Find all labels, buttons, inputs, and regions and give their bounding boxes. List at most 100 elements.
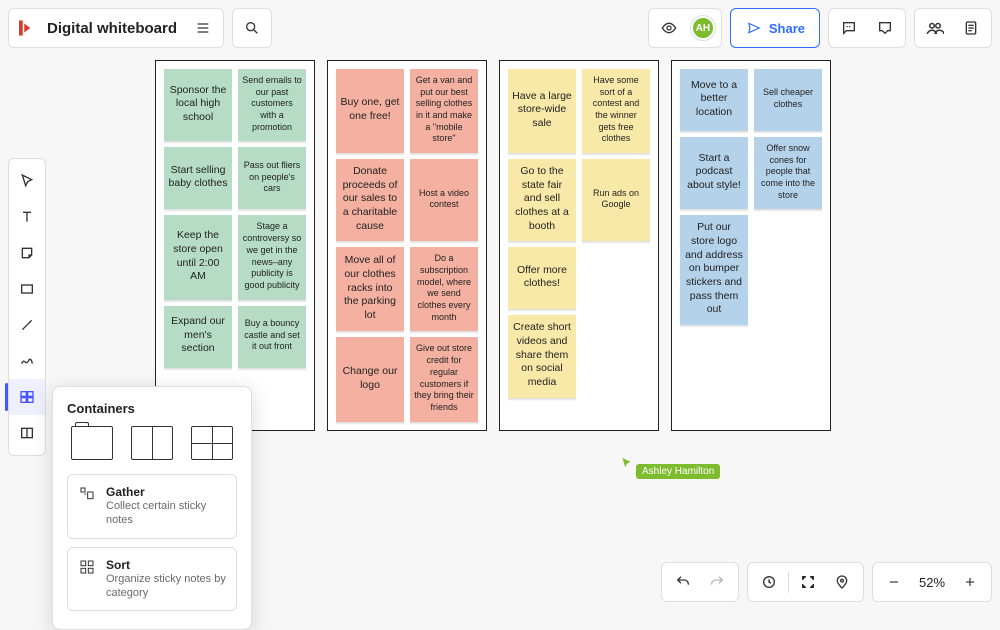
avatar[interactable]: AH [691,16,715,40]
sticky-note[interactable]: Offer more clothes! [508,247,576,309]
sticky-note[interactable]: Get a van and put our best selling cloth… [410,69,478,153]
container-shape-split[interactable] [131,426,173,460]
share-button[interactable]: Share [730,8,820,48]
sticky-note[interactable]: Move to a better location [680,69,748,131]
sticky-note[interactable]: Go to the state fair and sell clothes at… [508,159,576,241]
minus-icon [885,573,903,591]
board-title[interactable]: Digital whiteboard [43,20,181,37]
sticky-note[interactable]: Pass out fliers on people's cars [238,147,306,209]
collaborators-button[interactable] [921,14,949,42]
sticky-note[interactable]: Create short videos and share them on so… [508,315,576,397]
tool-pointer[interactable] [9,163,45,199]
notes-button[interactable] [957,14,985,42]
plus-icon [961,573,979,591]
action-sort[interactable]: Sort Organize sticky notes by category [67,547,237,612]
history-button[interactable] [752,565,786,599]
tool-table[interactable] [9,415,45,451]
sticky-note[interactable]: Keep the store open until 2:00 AM [164,215,232,299]
tool-text[interactable] [9,199,45,235]
container[interactable]: Have a large store-wide saleHave some so… [499,60,659,431]
container-shape-grid[interactable] [191,426,233,460]
sticky-note[interactable]: Move all of our clothes racks into the p… [336,247,404,331]
app-title-group: Digital whiteboard [8,8,224,48]
board-menu-button[interactable] [189,14,217,42]
sort-label: Sort [106,558,226,572]
expand-icon [799,573,817,591]
container-shape-single[interactable] [71,426,113,460]
sticky-note[interactable]: Change our logo [336,337,404,421]
sticky-note[interactable]: Buy a bouncy castle and set it out front [238,306,306,368]
search-button[interactable] [232,8,272,48]
sticky-note[interactable]: Have a large store-wide sale [508,69,576,153]
sticky-note[interactable]: Start a podcast about style! [680,137,748,209]
sort-icon [78,558,96,576]
people-icon [926,19,944,37]
sticky-note[interactable]: Put our store logo and address on bumper… [680,215,748,324]
collab-group [914,8,992,48]
container[interactable]: Move to a better locationSell cheaper cl… [671,60,831,431]
sticky-note[interactable]: Stage a controversy so we get in the new… [238,215,306,299]
tool-draw[interactable] [9,343,45,379]
zoom-in-button[interactable] [953,565,987,599]
line-icon [18,316,36,334]
container[interactable]: Buy one, get one free!Get a van and put … [327,60,487,431]
zoom-out-button[interactable] [877,565,911,599]
gather-label: Gather [106,485,226,499]
sticky-note[interactable]: Buy one, get one free! [336,69,404,153]
zoom-group: 52% [872,562,992,602]
chat-button[interactable] [871,14,899,42]
remote-cursor: Ashley Hamilton [620,456,720,479]
undo-icon [674,573,692,591]
sticky-note[interactable]: Offer snow cones for people that come in… [754,137,822,209]
undo-button[interactable] [666,565,700,599]
eye-icon [660,19,678,37]
sticky-note[interactable]: Send emails to our past customers with a… [238,69,306,141]
tool-shape[interactable] [9,271,45,307]
rectangle-icon [18,280,36,298]
sticky-icon [18,244,36,262]
cursor-icon [620,456,634,475]
comment-icon [840,19,858,37]
scribble-icon [18,352,36,370]
clock-icon [760,573,778,591]
doc-icon [962,19,980,37]
chat-icon [876,19,894,37]
send-icon [745,19,763,37]
sticky-note[interactable]: Give out store credit for regular custom… [410,337,478,421]
containers-icon [18,388,36,406]
zoom-level[interactable]: 52% [911,575,953,590]
tool-containers[interactable] [9,379,45,415]
board-canvas[interactable]: Sponsor the local high schoolSend emails… [155,60,831,431]
tool-sticky[interactable] [9,235,45,271]
chat-group [828,8,906,48]
containers-popover: Containers Gather Collect certain sticky… [52,386,252,630]
sticky-note[interactable]: Sell cheaper clothes [754,69,822,131]
view-only-button[interactable] [655,14,683,42]
sticky-note[interactable]: Sponsor the local high school [164,69,232,141]
table-icon [18,424,36,442]
search-icon [243,19,261,37]
redo-button[interactable] [700,565,734,599]
sticky-note[interactable]: Donate proceeds of our sales to a charit… [336,159,404,241]
share-label: Share [769,21,805,36]
popover-title: Containers [67,401,237,416]
app-logo-icon [15,18,35,38]
sticky-note[interactable]: Have some sort of a contest and the winn… [582,69,650,153]
comments-button[interactable] [835,14,863,42]
locate-button[interactable] [825,565,859,599]
sticky-note[interactable]: Run ads on Google [582,159,650,241]
fit-button[interactable] [791,565,825,599]
remote-cursor-name: Ashley Hamilton [636,464,720,479]
sticky-note[interactable]: Expand our men's section [164,306,232,368]
location-icon [833,573,851,591]
action-gather[interactable]: Gather Collect certain sticky notes [67,474,237,539]
sticky-note[interactable]: Host a video contest [410,159,478,241]
container[interactable]: Sponsor the local high schoolSend emails… [155,60,315,431]
gather-icon [78,485,96,503]
text-icon [18,208,36,226]
gather-desc: Collect certain sticky notes [106,499,226,528]
pointer-icon [18,172,36,190]
sticky-note[interactable]: Do a subscription model, where we send c… [410,247,478,331]
tool-line[interactable] [9,307,45,343]
sticky-note[interactable]: Start selling baby clothes [164,147,232,209]
